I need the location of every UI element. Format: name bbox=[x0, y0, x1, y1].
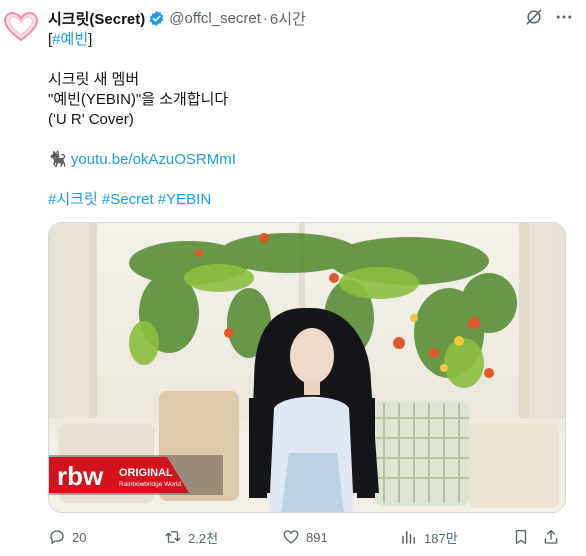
heart-icon bbox=[283, 530, 299, 544]
tweet-header: 시크릿(Secret) @offcl_secret · 6시간 bbox=[48, 7, 576, 29]
share-button[interactable] bbox=[542, 528, 560, 546]
like-count: 891 bbox=[306, 529, 328, 545]
svg-text:ORIGINAL: ORIGINAL bbox=[119, 467, 173, 479]
more-dots-icon bbox=[556, 15, 572, 19]
link-line: 🐈‍⬛ youtu.be/okAzuOSRMmI bbox=[48, 150, 568, 170]
rbw-logo-icon: rbw ORIGINAL Rainbowbridge World bbox=[49, 455, 223, 495]
heart-logo-icon bbox=[4, 12, 38, 42]
hashtag-link-yebin[interactable]: #예빈 bbox=[52, 31, 88, 48]
author-handle[interactable]: @offcl_secret bbox=[169, 10, 261, 27]
svg-text:rbw: rbw bbox=[57, 461, 104, 491]
bookmark-icon bbox=[515, 529, 527, 545]
body-line-3: ('U R' Cover) bbox=[48, 111, 134, 128]
header-separator: · bbox=[262, 9, 268, 27]
youtube-link[interactable]: youtu.be/okAzuOSRMmI bbox=[71, 151, 236, 168]
grok-button[interactable] bbox=[524, 7, 544, 27]
verified-badge-icon bbox=[150, 10, 164, 26]
author-name[interactable]: 시크릿(Secret) bbox=[48, 8, 145, 29]
hashtags-line: #시크릿 #Secret #YEBIN bbox=[48, 190, 568, 210]
tweet-action-bar: 20 2.2천 891 187만 bbox=[48, 526, 566, 548]
hashtag-secret[interactable]: #Secret bbox=[102, 191, 154, 208]
repost-button[interactable]: 2.2천 bbox=[164, 528, 218, 547]
like-button[interactable]: 891 bbox=[282, 528, 328, 546]
views-count: 187만 bbox=[424, 530, 458, 546]
hashtag-line: [#예빈] bbox=[48, 31, 93, 48]
hashtag-secret-kr[interactable]: #시크릿 bbox=[48, 191, 98, 208]
reply-icon bbox=[50, 530, 64, 545]
reply-count: 20 bbox=[72, 529, 87, 545]
author-avatar[interactable] bbox=[4, 10, 38, 44]
views-button[interactable]: 187만 bbox=[400, 528, 458, 547]
tweet-timestamp[interactable]: 6시간 bbox=[270, 8, 306, 29]
body-line-1: 시크릿 새 멤버 bbox=[48, 71, 140, 88]
black-cat-emoji-icon: 🐈‍⬛ bbox=[48, 151, 67, 168]
body-line-2: "예빈(YEBIN)"을 소개합니다 bbox=[48, 91, 229, 108]
tweet-body: [#예빈] 시크릿 새 멤버 "예빈(YEBIN)"을 소개합니다 ('U R'… bbox=[48, 30, 568, 210]
more-button[interactable] bbox=[554, 7, 574, 27]
bookmark-button[interactable] bbox=[512, 528, 530, 546]
hashtag-yebin[interactable]: #YEBIN bbox=[158, 191, 211, 208]
grok-icon bbox=[526, 9, 542, 25]
reply-button[interactable]: 20 bbox=[48, 528, 86, 546]
repost-count: 2.2천 bbox=[188, 530, 219, 546]
views-icon bbox=[402, 531, 415, 544]
svg-text:Rainbowbridge World: Rainbowbridge World bbox=[119, 481, 181, 488]
share-icon bbox=[544, 529, 558, 544]
rbw-original-badge: rbw ORIGINAL Rainbowbridge World bbox=[49, 455, 223, 495]
repost-icon bbox=[165, 531, 181, 543]
